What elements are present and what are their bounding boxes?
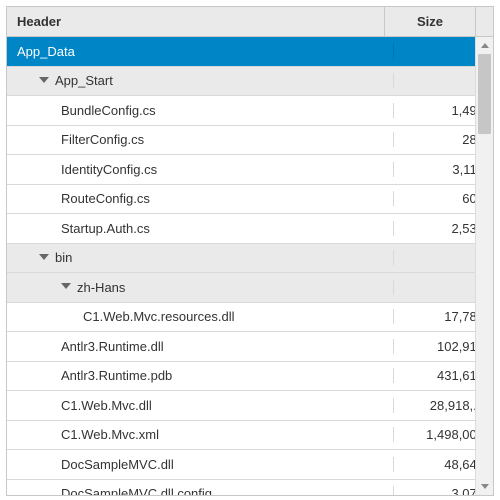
table-row[interactable]: C1.Web.Mvc.resources.dll17,784 bbox=[7, 303, 493, 333]
tree-cell: FilterConfig.cs bbox=[7, 132, 394, 147]
row-label: C1.Web.Mvc.dll bbox=[61, 398, 152, 413]
column-header-size[interactable]: Size bbox=[385, 7, 476, 36]
tree-cell: C1.Web.Mvc.xml bbox=[7, 427, 394, 442]
table-row[interactable]: C1.Web.Mvc.dll28,918,... bbox=[7, 391, 493, 421]
tree-cell: Antlr3.Runtime.dll bbox=[7, 339, 394, 354]
table-row[interactable]: bin bbox=[7, 244, 493, 274]
row-label: bin bbox=[55, 250, 72, 265]
scroll-track[interactable] bbox=[476, 54, 493, 478]
row-label: BundleConfig.cs bbox=[61, 103, 156, 118]
row-label: zh-Hans bbox=[77, 280, 125, 295]
tree-grid: Header Size App_Data App_Start BundleConfi… bbox=[6, 6, 494, 496]
table-row[interactable]: Startup.Auth.cs2,537 bbox=[7, 214, 493, 244]
row-label: Antlr3.Runtime.dll bbox=[61, 339, 164, 354]
tree-cell: BundleConfig.cs bbox=[7, 103, 394, 118]
column-header-row: Header Size bbox=[7, 7, 493, 37]
scroll-up-button[interactable] bbox=[476, 37, 493, 54]
row-label: Antlr3.Runtime.pdb bbox=[61, 368, 172, 383]
row-label: C1.Web.Mvc.xml bbox=[61, 427, 159, 442]
collapse-icon[interactable] bbox=[39, 77, 49, 83]
table-row[interactable]: BundleConfig.cs1,491 bbox=[7, 96, 493, 126]
chevron-up-icon bbox=[481, 43, 489, 48]
row-label: RouteConfig.cs bbox=[61, 191, 150, 206]
tree-cell: App_Start bbox=[7, 73, 394, 88]
table-row[interactable]: C1.Web.Mvc.xml1,498,009 bbox=[7, 421, 493, 451]
table-row[interactable]: Antlr3.Runtime.pdb431,616 bbox=[7, 362, 493, 392]
tree-cell: Antlr3.Runtime.pdb bbox=[7, 368, 394, 383]
tree-cell: Startup.Auth.cs bbox=[7, 221, 394, 236]
tree-cell: IdentityConfig.cs bbox=[7, 162, 394, 177]
tree-cell: DocSampleMVC.dll.config bbox=[7, 486, 394, 495]
collapse-icon[interactable] bbox=[39, 254, 49, 260]
table-row[interactable]: App_Data bbox=[7, 37, 493, 67]
tree-cell: zh-Hans bbox=[7, 280, 394, 295]
chevron-down-icon bbox=[481, 484, 489, 489]
table-row[interactable]: IdentityConfig.cs3,113 bbox=[7, 155, 493, 185]
row-label: DocSampleMVC.dll bbox=[61, 457, 174, 472]
scroll-thumb[interactable] bbox=[478, 54, 491, 134]
table-row[interactable]: App_Start bbox=[7, 67, 493, 97]
table-row[interactable]: RouteConfig.cs605 bbox=[7, 185, 493, 215]
column-header-header[interactable]: Header bbox=[7, 7, 385, 36]
tree-cell: RouteConfig.cs bbox=[7, 191, 394, 206]
collapse-icon[interactable] bbox=[61, 283, 71, 289]
scroll-down-button[interactable] bbox=[476, 478, 493, 495]
row-label: FilterConfig.cs bbox=[61, 132, 144, 147]
row-label: DocSampleMVC.dll.config bbox=[61, 486, 212, 495]
tree-cell: bin bbox=[7, 250, 394, 265]
tree-cell: C1.Web.Mvc.dll bbox=[7, 398, 394, 413]
row-label: App_Data bbox=[17, 44, 75, 59]
table-row[interactable]: FilterConfig.cs280 bbox=[7, 126, 493, 156]
row-label: Startup.Auth.cs bbox=[61, 221, 150, 236]
table-row[interactable]: DocSampleMVC.dll.config3,079 bbox=[7, 480, 493, 496]
table-row[interactable]: zh-Hans bbox=[7, 273, 493, 303]
table-row[interactable]: DocSampleMVC.dll48,640 bbox=[7, 450, 493, 480]
row-label: C1.Web.Mvc.resources.dll bbox=[83, 309, 234, 324]
table-row[interactable]: Antlr3.Runtime.dll102,912 bbox=[7, 332, 493, 362]
tree-cell: C1.Web.Mvc.resources.dll bbox=[7, 309, 394, 324]
tree-cell: App_Data bbox=[7, 44, 394, 59]
vertical-scrollbar[interactable] bbox=[475, 37, 493, 495]
row-label: App_Start bbox=[55, 73, 113, 88]
row-label: IdentityConfig.cs bbox=[61, 162, 157, 177]
grid-body: App_DataApp_StartBundleConfig.cs1,491Fil… bbox=[7, 37, 493, 495]
tree-cell: DocSampleMVC.dll bbox=[7, 457, 394, 472]
